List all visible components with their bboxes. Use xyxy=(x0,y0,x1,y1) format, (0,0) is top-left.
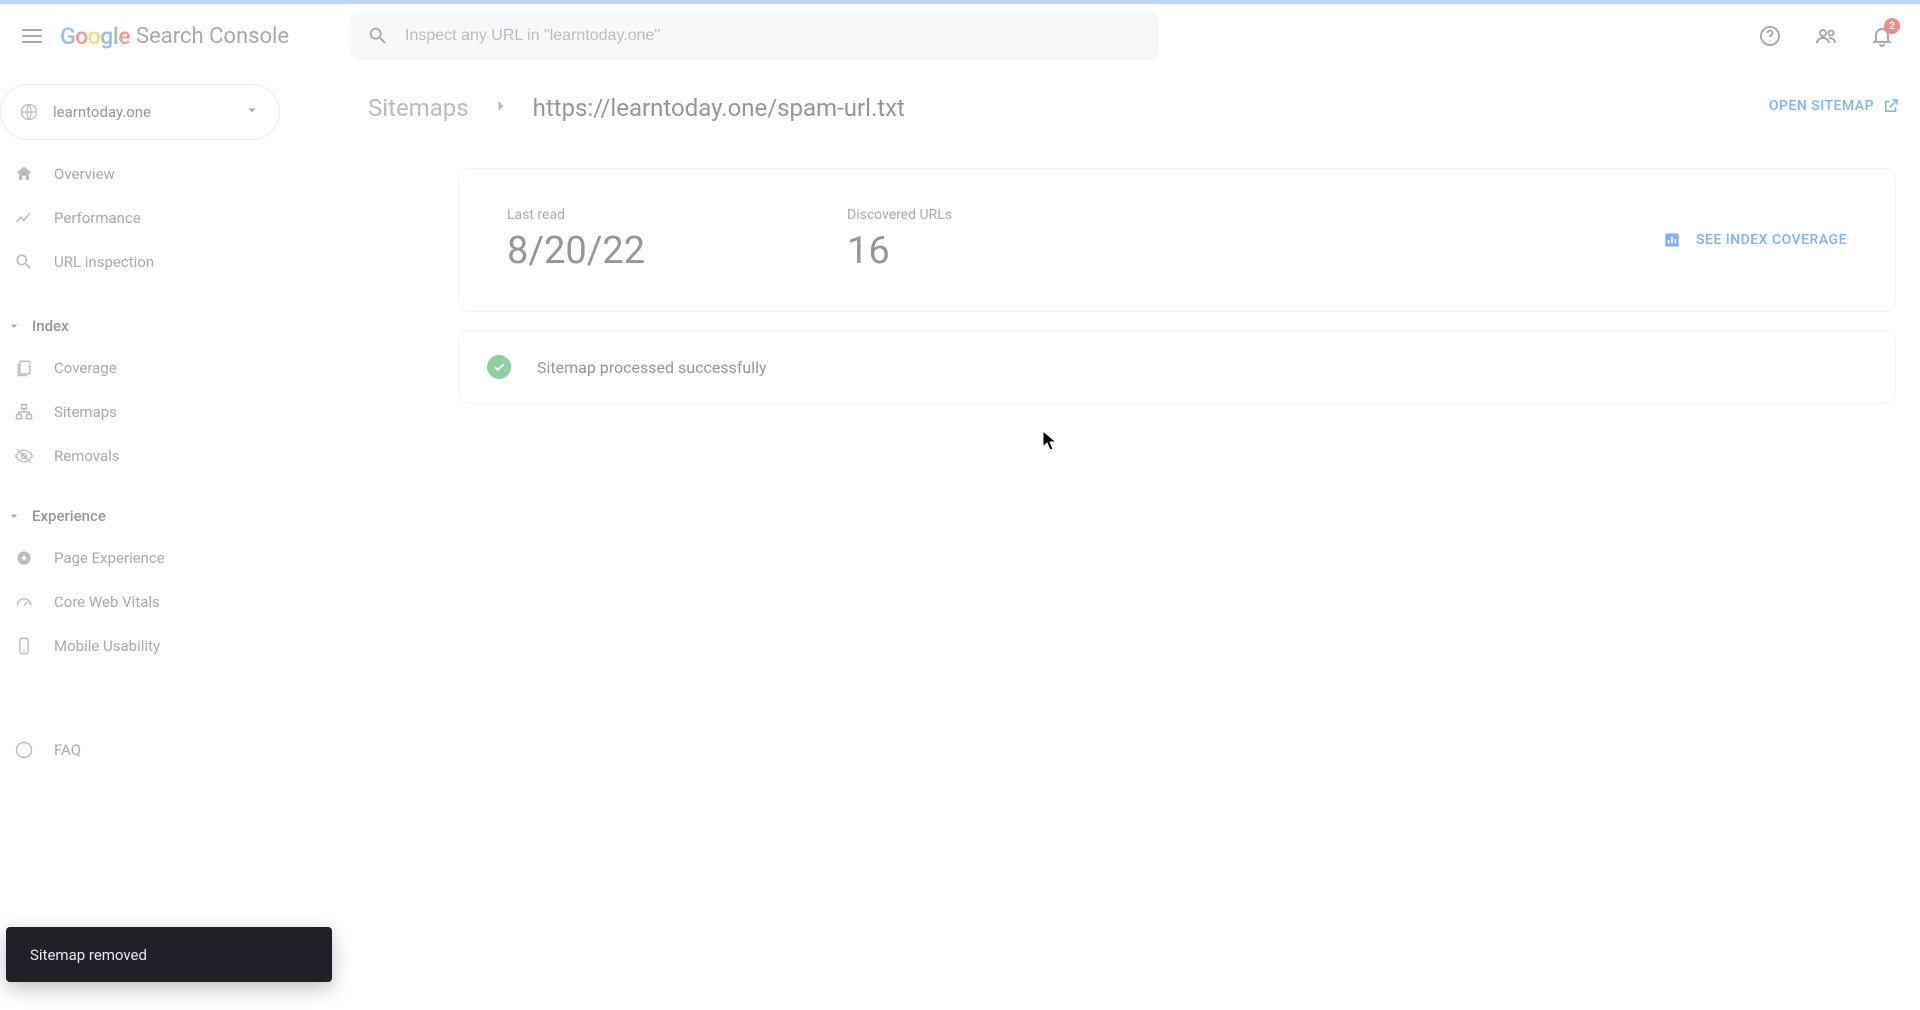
metrics-card: Last read 8/20/22 Discovered URLs 16 SEE… xyxy=(458,168,1896,312)
google-wordmark: Google xyxy=(60,23,130,50)
property-domain: learntoday.one xyxy=(53,103,229,121)
nav-label: Mobile Usability xyxy=(54,637,160,655)
nav-coverage[interactable]: Coverage xyxy=(0,346,280,390)
primary-nav: Overview Performance URL inspection Inde… xyxy=(0,152,280,772)
product-logo[interactable]: Google Search Console xyxy=(60,23,289,50)
toast-text: Sitemap removed xyxy=(30,946,147,964)
help-icon xyxy=(14,740,34,760)
nav-label: Sitemaps xyxy=(54,403,117,421)
metric-label: Last read xyxy=(507,207,847,223)
breadcrumb-current: https://learntoday.one/spam-url.txt xyxy=(533,94,905,122)
nav-url-inspection[interactable]: URL inspection xyxy=(0,240,280,284)
nav-mobile-usability[interactable]: Mobile Usability xyxy=(0,624,280,668)
nav-page-experience[interactable]: Page Experience xyxy=(0,536,280,580)
url-inspect-search[interactable] xyxy=(351,12,1159,60)
snackbar-toast: Sitemap removed xyxy=(6,927,332,982)
home-icon xyxy=(14,164,34,184)
notifications-button[interactable]: 2 xyxy=(1860,14,1904,58)
mobile-icon xyxy=(14,636,34,656)
help-button[interactable] xyxy=(1748,14,1792,58)
action-label: SEE INDEX COVERAGE xyxy=(1696,232,1847,248)
metric-value: 16 xyxy=(847,229,1187,273)
search-icon xyxy=(14,252,34,272)
users-button[interactable] xyxy=(1804,14,1848,58)
app-header: Google Search Console 2 xyxy=(0,4,1920,68)
nav-label: Coverage xyxy=(54,359,117,377)
open-sitemap-button[interactable]: OPEN SITEMAP xyxy=(1759,82,1910,130)
see-index-coverage-button[interactable]: SEE INDEX COVERAGE xyxy=(1662,230,1847,250)
nav-label: Performance xyxy=(54,209,141,227)
external-link-icon xyxy=(1882,97,1900,115)
property-selector[interactable]: learntoday.one xyxy=(0,84,280,140)
open-sitemap-label: OPEN SITEMAP xyxy=(1769,98,1874,114)
nav-label: Removals xyxy=(54,447,120,465)
nav-performance[interactable]: Performance xyxy=(0,196,280,240)
metric-label: Discovered URLs xyxy=(847,207,1187,223)
chevron-right-icon xyxy=(491,96,511,120)
status-card: Sitemap processed successfully xyxy=(458,330,1896,404)
nav-label: Core Web Vitals xyxy=(54,593,160,611)
nav-section-index[interactable]: Index xyxy=(0,306,280,346)
globe-icon xyxy=(19,102,39,122)
metric-value: 8/20/22 xyxy=(507,229,847,273)
circle-plus-icon xyxy=(14,548,34,568)
nav-section-label: Index xyxy=(32,317,69,335)
search-icon xyxy=(367,25,389,47)
main-content: Sitemaps https://learntoday.one/spam-url… xyxy=(300,80,1920,1010)
people-icon xyxy=(1814,24,1838,48)
hamburger-icon xyxy=(20,24,44,48)
nav-faq[interactable]: FAQ xyxy=(0,728,280,772)
menu-button[interactable] xyxy=(8,12,56,60)
breadcrumb-root[interactable]: Sitemaps xyxy=(368,94,469,122)
nav-label: URL inspection xyxy=(54,253,154,271)
notification-badge: 2 xyxy=(1884,18,1900,34)
chevron-down-icon xyxy=(6,508,22,524)
chart-line-icon xyxy=(14,208,34,228)
visibility-off-icon xyxy=(14,446,34,466)
metric-discovered-urls: Discovered URLs 16 xyxy=(847,207,1187,273)
check-circle-icon xyxy=(487,355,511,379)
chevron-down-icon xyxy=(6,318,22,334)
sidebar: learntoday.one Overview Performance URL … xyxy=(0,80,280,1010)
status-text: Sitemap processed successfully xyxy=(537,358,767,377)
nav-core-web-vitals[interactable]: Core Web Vitals xyxy=(0,580,280,624)
nav-section-experience[interactable]: Experience xyxy=(0,496,280,536)
breadcrumb: Sitemaps https://learntoday.one/spam-url… xyxy=(368,80,1896,136)
help-icon xyxy=(1758,24,1782,48)
speedometer-icon xyxy=(14,592,34,612)
sitemap-icon xyxy=(14,402,34,422)
header-actions: 2 xyxy=(1748,14,1912,58)
bar-chart-icon xyxy=(1662,230,1682,250)
nav-removals[interactable]: Removals xyxy=(0,434,280,478)
pages-icon xyxy=(14,358,34,378)
metric-last-read: Last read 8/20/22 xyxy=(507,207,847,273)
app-name: Search Console xyxy=(136,24,289,49)
nav-label: Overview xyxy=(54,165,115,183)
nav-overview[interactable]: Overview xyxy=(0,152,280,196)
search-input[interactable] xyxy=(405,27,1143,45)
nav-label: Page Experience xyxy=(54,549,165,567)
chevron-down-icon xyxy=(243,101,261,123)
nav-section-label: Experience xyxy=(32,507,106,525)
nav-label: FAQ xyxy=(54,741,81,759)
nav-sitemaps[interactable]: Sitemaps xyxy=(0,390,280,434)
